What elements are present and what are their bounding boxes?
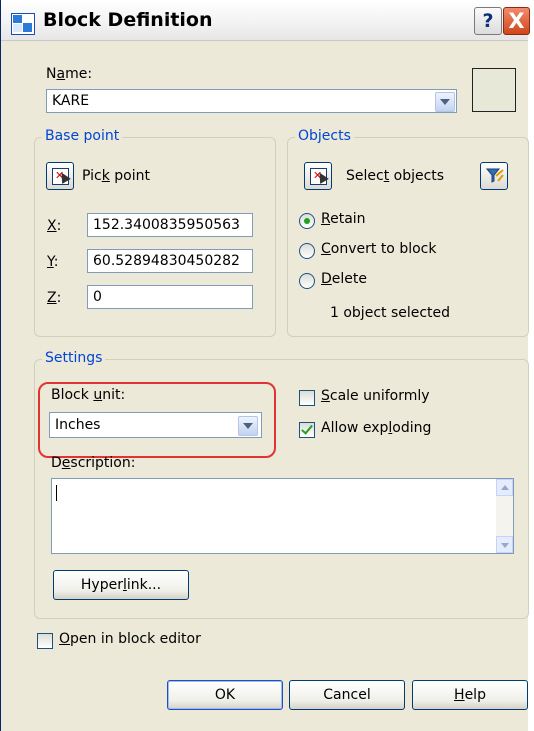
help-title-button[interactable]: ? (474, 7, 502, 35)
convert-to-block-label[interactable]: Convert to block (321, 241, 436, 257)
pick-point-icon: ✕ (52, 168, 71, 185)
settings-title: Settings (42, 350, 106, 366)
retain-radio[interactable] (299, 213, 315, 229)
name-label: Name: (46, 66, 93, 82)
close-button[interactable]: X (503, 7, 530, 35)
description-label: Description: (51, 455, 136, 471)
hyperlink-button[interactable]: Hyperlink... (53, 570, 189, 600)
cancel-button[interactable]: Cancel (289, 680, 405, 710)
delete-label[interactable]: Delete (321, 271, 367, 287)
retain-label[interactable]: Retain (321, 211, 366, 227)
block-definition-dialog: Block Definition ? X Name: KARE Base poi… (0, 0, 530, 731)
pick-point-label[interactable]: Pick point (82, 168, 150, 184)
scroll-up-arrow-icon[interactable] (496, 479, 513, 496)
allow-exploding-label[interactable]: Allow exploding (321, 420, 431, 436)
y-value: 60.52894830450282 (93, 253, 240, 269)
open-in-block-editor-label[interactable]: Open in block editor (59, 631, 201, 647)
convert-to-block-radio[interactable] (299, 243, 315, 259)
description-textarea[interactable] (51, 478, 514, 554)
description-scrollbar[interactable] (496, 479, 513, 553)
quick-select-filter-icon (486, 168, 504, 183)
text-caret (56, 485, 57, 501)
scale-uniformly-label[interactable]: Scale uniformly (321, 388, 430, 404)
block-definition-app-icon (11, 13, 35, 35)
block-unit-highlight-annotation (38, 382, 276, 458)
select-objects-button[interactable]: ✕ (304, 162, 332, 190)
ok-button[interactable]: OK (167, 680, 283, 710)
allow-exploding-checkbox[interactable] (299, 422, 315, 438)
name-combobox[interactable]: KARE (46, 89, 457, 113)
help-button[interactable]: Help (412, 680, 528, 710)
block-preview-swatch (472, 68, 516, 112)
select-objects-icon: ✕ (310, 168, 329, 185)
title-bar[interactable]: Block Definition ? X (1, 0, 530, 41)
z-field[interactable]: 0 (87, 285, 253, 309)
select-objects-label[interactable]: Select objects (346, 168, 444, 184)
open-in-block-editor-checkbox[interactable] (37, 633, 53, 649)
scale-uniformly-checkbox[interactable] (299, 390, 315, 406)
x-field[interactable]: 152.3400835950563 (87, 213, 253, 237)
pick-point-button[interactable]: ✕ (46, 162, 74, 190)
z-value: 0 (93, 289, 102, 305)
selection-status: 1 object selected (330, 305, 451, 321)
x-value: 152.3400835950563 (93, 217, 240, 233)
name-value: KARE (52, 93, 90, 109)
quick-select-button[interactable] (480, 162, 508, 190)
name-dropdown-arrow-icon[interactable] (435, 92, 455, 112)
z-label: Z: (47, 290, 62, 306)
delete-radio[interactable] (299, 273, 315, 289)
y-field[interactable]: 60.52894830450282 (87, 249, 253, 273)
window-title: Block Definition (43, 9, 213, 31)
base-point-title: Base point (42, 128, 123, 144)
x-label: X: (47, 218, 62, 234)
objects-title: Objects (295, 128, 354, 144)
y-label: Y: (47, 254, 59, 270)
scroll-down-arrow-icon[interactable] (496, 536, 513, 553)
